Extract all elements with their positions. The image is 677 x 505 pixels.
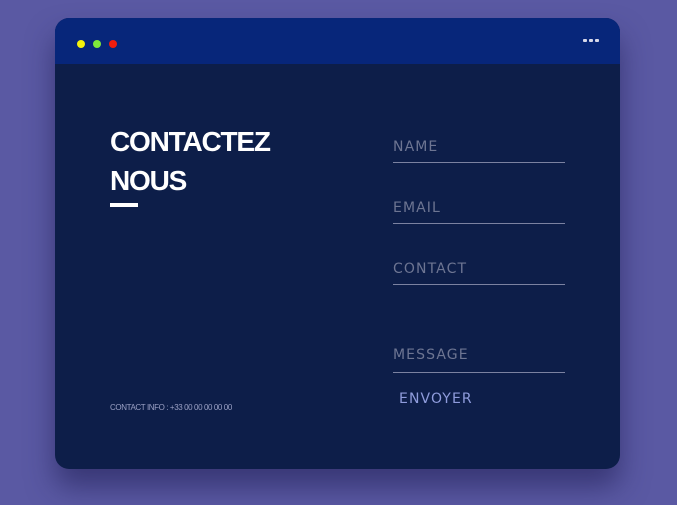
contact-info: CONTACT INFO : +33 00 00 00 00 00 xyxy=(110,403,232,412)
more-dot xyxy=(583,39,587,42)
more-horizontal-icon[interactable] xyxy=(582,34,600,48)
page-title-line-1: CONTACTEZ xyxy=(110,126,271,157)
window-close-button[interactable] xyxy=(109,40,117,48)
more-dot xyxy=(589,39,593,42)
send-button[interactable]: ENVOYER xyxy=(399,391,473,407)
window-minimize-button[interactable] xyxy=(77,40,85,48)
email-input[interactable] xyxy=(393,193,565,224)
window-titlebar xyxy=(55,18,620,64)
title-underline xyxy=(110,203,138,207)
name-input[interactable] xyxy=(393,132,565,163)
message-input[interactable] xyxy=(393,338,565,373)
page-title: CONTACTEZ NOUS xyxy=(110,122,330,200)
contact-input[interactable] xyxy=(393,254,565,285)
contact-window: CONTACTEZ NOUS CONTACT INFO : +33 00 00 … xyxy=(55,18,620,469)
more-dot xyxy=(595,39,599,42)
page-title-line-2: NOUS xyxy=(110,165,187,196)
window-maximize-button[interactable] xyxy=(93,40,101,48)
